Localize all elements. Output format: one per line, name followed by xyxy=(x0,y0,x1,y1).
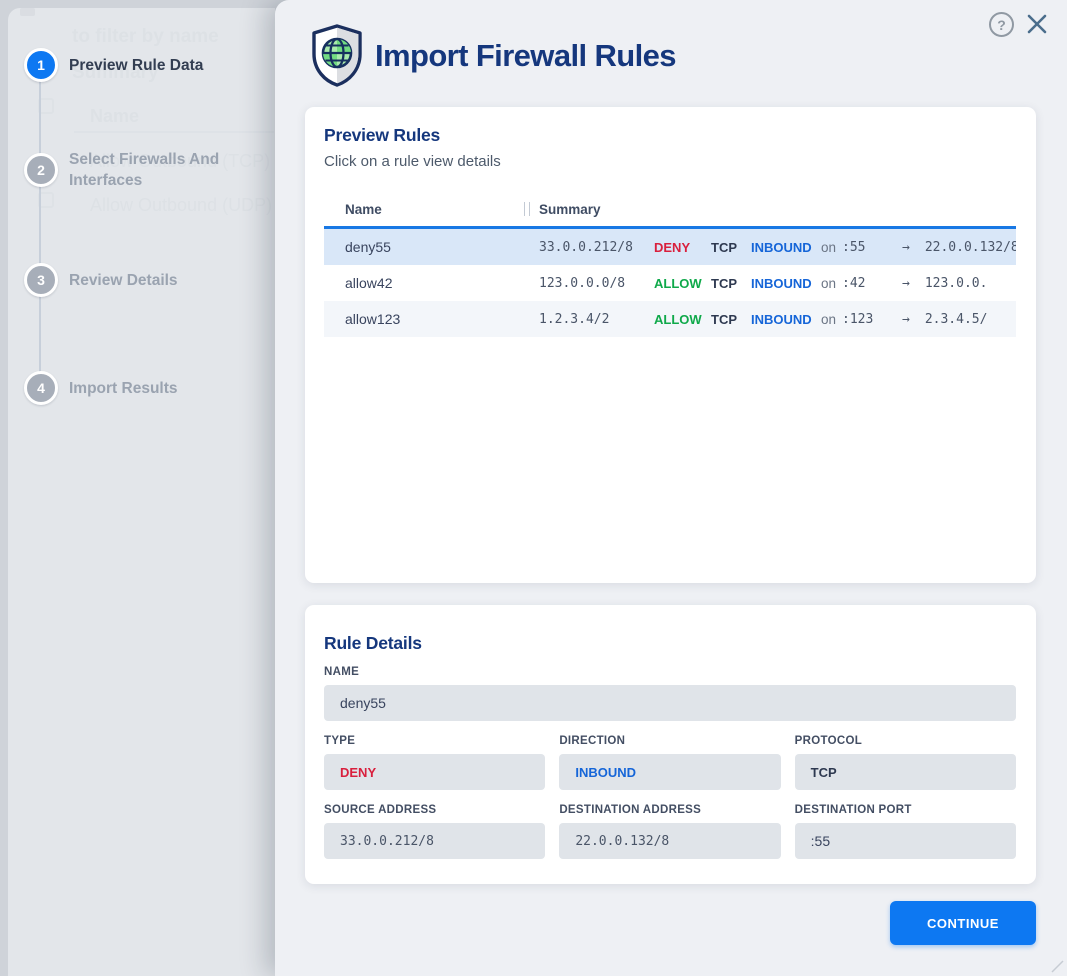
stepper-step-import-results[interactable]: 4 Import Results xyxy=(24,371,178,405)
stepper-step-review-details[interactable]: 3 Review Details xyxy=(24,263,178,297)
rule-on-label: on xyxy=(821,276,842,291)
import-firewall-rules-dialog: Import Firewall Rules ? Preview Rules Cl… xyxy=(275,0,1067,976)
field-label: PROTOCOL xyxy=(795,735,1016,747)
table-row-deny55[interactable]: deny55 33.0.0.212/8 DENY TCP INBOUND on … xyxy=(324,226,1016,265)
continue-button[interactable]: CONTINUE xyxy=(890,901,1036,945)
field-source-address: SOURCE ADDRESS 33.0.0.212/8 xyxy=(324,804,545,859)
protocol-value-box: TCP xyxy=(795,754,1016,790)
field-direction: DIRECTION INBOUND xyxy=(559,735,780,790)
step-label: Review Details xyxy=(69,270,178,291)
rule-source: 1.2.3.4/2 xyxy=(539,312,654,327)
field-value: INBOUND xyxy=(575,765,636,780)
field-protocol: PROTOCOL TCP xyxy=(795,735,1016,790)
destination-address-value-box: 22.0.0.132/8 xyxy=(559,823,780,859)
close-icon[interactable] xyxy=(1025,12,1049,36)
rule-destination: 22.0.0.132/8 xyxy=(925,240,1016,255)
rule-destination: 123.0.0. xyxy=(925,276,988,291)
preview-rules-subtitle: Click on a rule view details xyxy=(324,153,501,170)
help-icon[interactable]: ? xyxy=(989,12,1014,37)
field-label: NAME xyxy=(324,666,1016,678)
rule-on-label: on xyxy=(821,312,842,327)
field-value: :55 xyxy=(811,833,830,849)
arrow-right-icon: → xyxy=(902,276,910,291)
rule-on-label: on xyxy=(821,240,842,255)
field-type: TYPE DENY xyxy=(324,735,545,790)
field-label: TYPE xyxy=(324,735,545,747)
stepper-step-select-firewalls[interactable]: 2 Select Firewalls And Interfaces xyxy=(24,149,259,191)
field-label: DESTINATION ADDRESS xyxy=(559,804,780,816)
field-value: deny55 xyxy=(340,695,386,711)
source-address-value-box: 33.0.0.212/8 xyxy=(324,823,545,859)
rule-port: :55 xyxy=(842,240,902,255)
rule-port: :123 xyxy=(842,312,902,327)
field-value: DENY xyxy=(340,765,376,780)
step-label: Import Results xyxy=(69,378,178,399)
name-value-box: deny55 xyxy=(324,685,1016,721)
field-label: DIRECTION xyxy=(559,735,780,747)
stepper-step-preview-rule-data[interactable]: 1 Preview Rule Data xyxy=(24,48,203,82)
rule-name: deny55 xyxy=(324,239,539,255)
dialog-title: Import Firewall Rules xyxy=(375,38,676,74)
step-number-badge: 1 xyxy=(24,48,58,82)
table-row-allow123[interactable]: allow123 1.2.3.4/2 ALLOW TCP INBOUND on … xyxy=(324,301,1016,337)
rule-summary: 33.0.0.212/8 DENY TCP INBOUND on :55 → 2… xyxy=(539,240,1016,255)
rule-protocol-badge: TCP xyxy=(711,276,751,291)
field-label: DESTINATION PORT xyxy=(795,804,1016,816)
rule-destination: 2.3.4.5/ xyxy=(925,312,988,327)
field-destination-address: DESTINATION ADDRESS 22.0.0.132/8 xyxy=(559,804,780,859)
rule-protocol-badge: TCP xyxy=(711,240,751,255)
column-header-summary: Summary xyxy=(539,202,601,217)
resize-corner-icon xyxy=(1050,959,1064,973)
rule-action-badge: ALLOW xyxy=(654,312,711,327)
arrow-right-icon: → xyxy=(902,240,910,255)
rule-direction-badge: INBOUND xyxy=(751,312,821,327)
rules-table: Name Summary deny55 33.0.0.212/8 DENY TC… xyxy=(324,192,1016,337)
dialog-header: Import Firewall Rules xyxy=(310,24,676,87)
step-number-badge: 3 xyxy=(24,263,58,297)
rules-table-header: Name Summary xyxy=(324,192,1016,226)
table-row-allow42[interactable]: allow42 123.0.0.0/8 ALLOW TCP INBOUND on… xyxy=(324,265,1016,301)
rule-summary: 1.2.3.4/2 ALLOW TCP INBOUND on :123 → 2.… xyxy=(539,312,987,327)
rule-name: allow42 xyxy=(324,275,539,291)
field-label: SOURCE ADDRESS xyxy=(324,804,545,816)
rule-summary: 123.0.0.0/8 ALLOW TCP INBOUND on :42 → 1… xyxy=(539,276,987,291)
shield-globe-icon xyxy=(310,24,364,87)
step-label: Select Firewalls And Interfaces xyxy=(69,149,259,191)
rule-port: :42 xyxy=(842,276,902,291)
arrow-right-icon: → xyxy=(902,312,910,327)
rule-details-title: Rule Details xyxy=(324,633,1016,654)
type-value-box: DENY xyxy=(324,754,545,790)
rule-name: allow123 xyxy=(324,311,539,327)
stepper-connector-line xyxy=(39,65,41,388)
field-name: NAME deny55 xyxy=(324,666,1016,721)
step-label: Preview Rule Data xyxy=(69,55,203,76)
preview-rules-title: Preview Rules xyxy=(324,125,440,146)
destination-port-value-box: :55 xyxy=(795,823,1016,859)
step-number-badge: 2 xyxy=(24,153,58,187)
field-value: 33.0.0.212/8 xyxy=(340,834,434,849)
rule-details-card: Rule Details NAME deny55 TYPE DENY DIREC… xyxy=(305,605,1036,884)
field-value: 22.0.0.132/8 xyxy=(575,834,669,849)
step-number-badge: 4 xyxy=(24,371,58,405)
rule-direction-badge: INBOUND xyxy=(751,240,821,255)
wizard-stepper-panel: 1 Preview Rule Data 2 Select Firewalls A… xyxy=(8,8,275,976)
rule-protocol-badge: TCP xyxy=(711,312,751,327)
column-header-name: Name xyxy=(345,202,382,217)
rule-action-badge: DENY xyxy=(654,240,711,255)
field-value: TCP xyxy=(811,765,837,780)
column-resize-icon[interactable] xyxy=(524,202,530,216)
preview-rules-card: Preview Rules Click on a rule view detai… xyxy=(305,107,1036,583)
field-destination-port: DESTINATION PORT :55 xyxy=(795,804,1016,859)
rule-source: 123.0.0.0/8 xyxy=(539,276,654,291)
direction-value-box: INBOUND xyxy=(559,754,780,790)
rule-action-badge: ALLOW xyxy=(654,276,711,291)
rule-direction-badge: INBOUND xyxy=(751,276,821,291)
rule-source: 33.0.0.212/8 xyxy=(539,240,654,255)
